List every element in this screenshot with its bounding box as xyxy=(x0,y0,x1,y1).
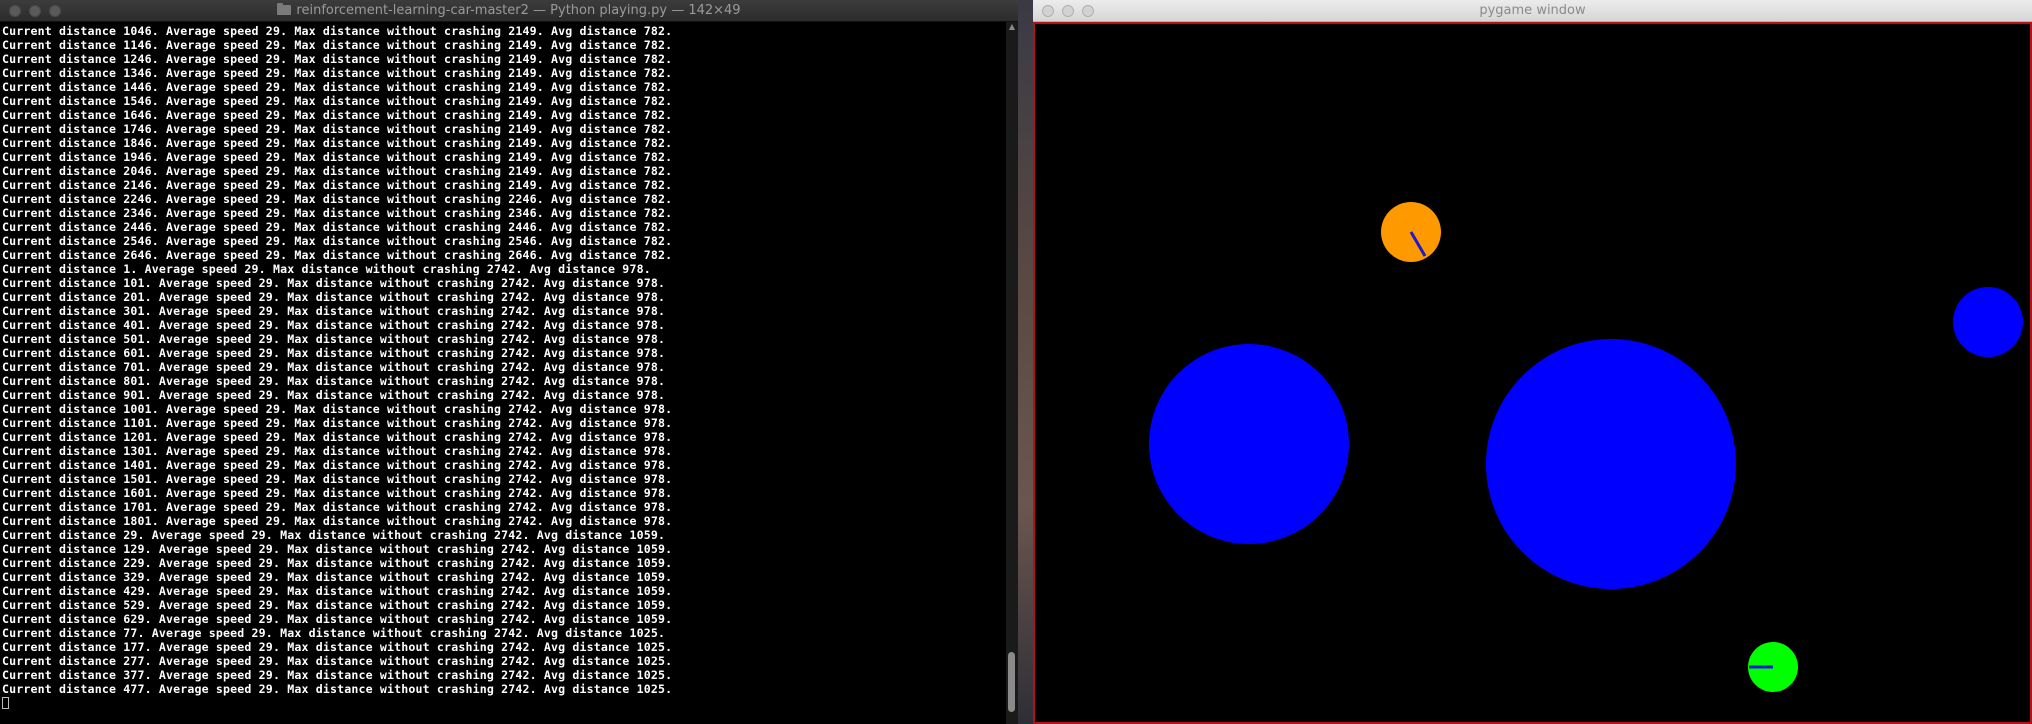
terminal-line: Current distance 401. Average speed 29. … xyxy=(2,318,666,332)
terminal-line: Current distance 901. Average speed 29. … xyxy=(2,388,666,402)
terminal-line: Current distance 1801. Average speed 29.… xyxy=(2,514,673,528)
terminal-line: Current distance 1046. Average speed 29.… xyxy=(2,24,673,38)
terminal-line: Current distance 1946. Average speed 29.… xyxy=(2,150,673,164)
terminal-line: Current distance 2446. Average speed 29.… xyxy=(2,220,673,234)
terminal-line: Current distance 1601. Average speed 29.… xyxy=(2,486,673,500)
game-scene xyxy=(1035,24,2030,722)
blue-obstacle-right xyxy=(1486,339,1736,589)
terminal-line: Current distance 1301. Average speed 29.… xyxy=(2,444,673,458)
terminal-line: Current distance 2046. Average speed 29.… xyxy=(2,164,673,178)
terminal-line: Current distance 2646. Average speed 29.… xyxy=(2,248,673,262)
terminal-line: Current distance 1846. Average speed 29.… xyxy=(2,136,673,150)
terminal-output[interactable]: Current distance 1046. Average speed 29.… xyxy=(0,22,1006,724)
terminal-title: reinforcement-learning-car-master2 — Pyt… xyxy=(0,3,1018,19)
blue-obstacle-small xyxy=(1953,287,2023,357)
scroll-thumb[interactable] xyxy=(1008,652,1015,712)
terminal-line: Current distance 1401. Average speed 29.… xyxy=(2,458,673,472)
terminal-line: Current distance 2546. Average speed 29.… xyxy=(2,234,673,248)
folder-icon xyxy=(277,3,292,15)
game-canvas[interactable] xyxy=(1033,22,2032,724)
terminal-line: Current distance 2146. Average speed 29.… xyxy=(2,178,673,192)
terminal-line: Current distance 201. Average speed 29. … xyxy=(2,290,666,304)
terminal-line: Current distance 1446. Average speed 29.… xyxy=(2,80,673,94)
terminal-line: Current distance 501. Average speed 29. … xyxy=(2,332,666,346)
terminal-line: Current distance 1346. Average speed 29.… xyxy=(2,66,673,80)
desktop-background xyxy=(1016,0,1034,724)
terminal-line: Current distance 629. Average speed 29. … xyxy=(2,612,673,626)
orange-cat xyxy=(1381,202,1441,262)
pygame-title: pygame window xyxy=(1479,3,1586,18)
terminal-line: Current distance 801. Average speed 29. … xyxy=(2,374,666,388)
terminal-cursor xyxy=(2,697,9,709)
terminal-scrollbar[interactable]: ▲ xyxy=(1006,22,1018,724)
terminal-line: Current distance 29. Average speed 29. M… xyxy=(2,528,666,542)
terminal-line: Current distance 1546. Average speed 29.… xyxy=(2,94,673,108)
terminal-line: Current distance 301. Average speed 29. … xyxy=(2,304,666,318)
terminal-title-label: reinforcement-learning-car-master2 — Pyt… xyxy=(296,3,741,18)
terminal-line: Current distance 1746. Average speed 29.… xyxy=(2,122,673,136)
terminal-window[interactable]: reinforcement-learning-car-master2 — Pyt… xyxy=(0,0,1018,724)
terminal-titlebar[interactable]: reinforcement-learning-car-master2 — Pyt… xyxy=(0,0,1018,22)
terminal-line: Current distance 1101. Average speed 29.… xyxy=(2,416,673,430)
pygame-window[interactable]: pygame window xyxy=(1033,0,2032,724)
terminal-line: Current distance 429. Average speed 29. … xyxy=(2,584,673,598)
terminal-line: Current distance 229. Average speed 29. … xyxy=(2,556,673,570)
terminal-line: Current distance 1146. Average speed 29.… xyxy=(2,38,673,52)
terminal-line: Current distance 701. Average speed 29. … xyxy=(2,360,666,374)
blue-obstacle-left xyxy=(1149,344,1349,544)
terminal-line: Current distance 77. Average speed 29. M… xyxy=(2,626,666,640)
terminal-line: Current distance 177. Average speed 29. … xyxy=(2,640,673,654)
terminal-line: Current distance 101. Average speed 29. … xyxy=(2,276,666,290)
terminal-line: Current distance 2246. Average speed 29.… xyxy=(2,192,673,206)
terminal-line: Current distance 277. Average speed 29. … xyxy=(2,654,673,668)
terminal-line: Current distance 529. Average speed 29. … xyxy=(2,598,673,612)
terminal-line: Current distance 1201. Average speed 29.… xyxy=(2,430,673,444)
terminal-line: Current distance 329. Average speed 29. … xyxy=(2,570,673,584)
terminal-line: Current distance 1. Average speed 29. Ma… xyxy=(2,262,651,276)
terminal-line: Current distance 1701. Average speed 29.… xyxy=(2,500,673,514)
pygame-titlebar[interactable]: pygame window xyxy=(1033,0,2032,22)
green-car xyxy=(1748,642,1798,692)
terminal-line: Current distance 1501. Average speed 29.… xyxy=(2,472,673,486)
terminal-line: Current distance 477. Average speed 29. … xyxy=(2,682,673,696)
terminal-line: Current distance 377. Average speed 29. … xyxy=(2,668,673,682)
scroll-up-icon[interactable]: ▲ xyxy=(1006,22,1018,32)
terminal-line: Current distance 1001. Average speed 29.… xyxy=(2,402,673,416)
terminal-line: Current distance 1646. Average speed 29.… xyxy=(2,108,673,122)
terminal-line: Current distance 129. Average speed 29. … xyxy=(2,542,673,556)
terminal-line: Current distance 1246. Average speed 29.… xyxy=(2,52,673,66)
terminal-line: Current distance 2346. Average speed 29.… xyxy=(2,206,673,220)
terminal-line: Current distance 601. Average speed 29. … xyxy=(2,346,666,360)
